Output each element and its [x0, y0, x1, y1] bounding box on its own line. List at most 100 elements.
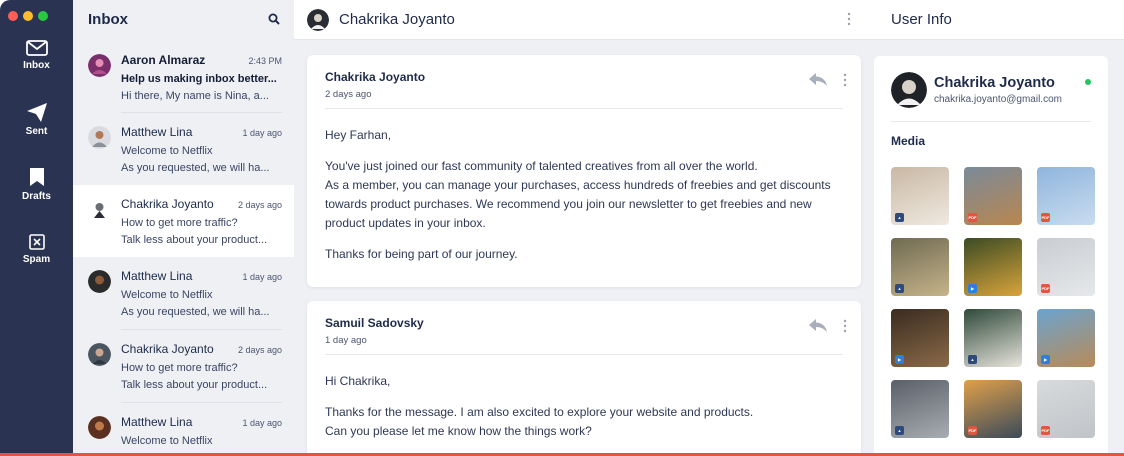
sender-name: Chakrika Joyanto [121, 197, 214, 211]
media-thumbnail[interactable]: PDF [1037, 238, 1095, 296]
mail-app: Inbox Sent Drafts Spam Inbox Aaron Almar… [0, 0, 1124, 456]
more-options-icon[interactable] [847, 12, 851, 26]
window-controls [8, 11, 48, 21]
user-info-panel: User Info Chakrika Joyanto chakrika.joya… [873, 0, 1124, 456]
message-time: 1 day ago [242, 272, 282, 282]
profile-card: Chakrika Joyanto chakrika.joyanto@gmail.… [874, 56, 1108, 456]
profile-name: Chakrika Joyanto [934, 75, 1055, 91]
email-body: Thanks for the message. I am also excite… [325, 403, 843, 441]
search-icon[interactable] [268, 13, 280, 25]
sender-name: Matthew Lina [121, 415, 193, 429]
spam-box-icon [28, 234, 45, 250]
avatar [88, 416, 111, 439]
email-closing: Thanks for being part of our journey. [325, 247, 518, 261]
media-grid: ▲ PDF PDF ▲ ▶ PDF ▶ ▲ ▶ ▲ PDF PDF [891, 167, 1097, 447]
media-thumbnail[interactable]: ▲ [891, 238, 949, 296]
minimize-window-button[interactable] [23, 11, 33, 21]
rail-item-label: Spam [22, 254, 51, 265]
message-subject: How to get more traffic? [121, 362, 238, 374]
media-thumbnail[interactable]: ▶ [891, 309, 949, 367]
message-list: Inbox Aaron Almaraz 2:43 PM Help us maki… [73, 0, 294, 456]
reply-icon[interactable] [809, 73, 827, 87]
image-icon: ▲ [895, 426, 904, 435]
email-sender: Chakrika Joyanto [325, 70, 426, 84]
rail-item-sent[interactable]: Sent [0, 103, 73, 137]
message-subject: Welcome to Netflix [121, 435, 213, 447]
zoom-window-button[interactable] [38, 11, 48, 21]
list-item[interactable]: Matthew Lina 1 day ago Welcome to Netfli… [73, 403, 294, 456]
avatar [88, 343, 111, 366]
message-time: 2 days ago [237, 200, 282, 210]
pdf-icon: PDF [1041, 284, 1050, 293]
paper-plane-icon [26, 103, 47, 122]
image-icon: ▲ [895, 213, 904, 222]
avatar [88, 54, 111, 77]
list-item[interactable]: Chakrika Joyanto 2 days ago How to get m… [73, 330, 294, 402]
reply-icon[interactable] [809, 319, 827, 333]
email-line: You've just joined our fast community of… [325, 159, 758, 173]
message-time: 1 day ago [242, 418, 282, 428]
list-item[interactable]: Chakrika Joyanto 2 days ago How to get m… [73, 185, 294, 257]
list-header: Inbox [73, 0, 294, 38]
message-time: 2:43 PM [248, 56, 282, 66]
list-item[interactable]: Aaron Almaraz 2:43 PM Help us making inb… [73, 41, 294, 113]
message-subject: Welcome to Netflix [121, 289, 213, 301]
email-greeting: Hi Chakrika, [325, 374, 391, 388]
avatar [88, 126, 111, 149]
pdf-icon: PDF [968, 213, 977, 222]
media-thumbnail[interactable]: ▶ [1037, 309, 1095, 367]
pdf-icon: PDF [1041, 213, 1050, 222]
sender-name: Aaron Almaraz [121, 53, 206, 67]
pdf-icon: PDF [1041, 426, 1050, 435]
rail-item-inbox[interactable]: Inbox [0, 40, 73, 71]
media-thumbnail[interactable]: ▲ [891, 380, 949, 438]
message-subject: Help us making inbox better... [121, 73, 277, 85]
email-line: towards product purchases. We recommend … [325, 197, 812, 211]
email-line: product updates in your inbox. [325, 216, 486, 230]
email-actions [809, 319, 847, 333]
email-time: 1 day ago [325, 335, 367, 346]
image-icon: ▲ [895, 284, 904, 293]
message-preview: Talk less about your product... [121, 234, 268, 246]
rail-item-label: Sent [25, 126, 48, 137]
divider [325, 354, 843, 355]
message-subject: How to get more traffic? [121, 217, 238, 229]
more-options-icon[interactable] [843, 319, 847, 333]
video-icon: ▶ [968, 284, 977, 293]
media-thumbnail[interactable]: PDF [1037, 380, 1095, 438]
media-thumbnail[interactable]: PDF [1037, 167, 1095, 225]
message-time: 1 day ago [242, 128, 282, 138]
sender-name: Matthew Lina [121, 125, 193, 139]
more-options-icon[interactable] [843, 73, 847, 87]
media-thumbnail[interactable]: PDF [964, 380, 1022, 438]
message-preview: Talk less about your product... [121, 379, 268, 391]
list-title: Inbox [88, 10, 128, 28]
profile-email: chakrika.joyanto@gmail.com [934, 94, 1062, 105]
rail-item-drafts[interactable]: Drafts [0, 167, 73, 202]
bookmark-icon [29, 168, 44, 186]
close-window-button[interactable] [8, 11, 18, 21]
sender-name: Chakrika Joyanto [121, 342, 214, 356]
list-item[interactable]: Matthew Lina 1 day ago Welcome to Netfli… [73, 113, 294, 185]
divider [325, 108, 843, 109]
online-status-dot [1085, 79, 1091, 85]
media-thumbnail[interactable]: ▲ [891, 167, 949, 225]
avatar [891, 72, 927, 108]
pdf-icon: PDF [968, 426, 977, 435]
rail-item-label: Inbox [23, 60, 50, 71]
message-preview: As you requested, we will ha... [121, 306, 270, 318]
media-thumbnail[interactable]: PDF [964, 167, 1022, 225]
video-icon: ▶ [895, 355, 904, 364]
divider [891, 121, 1091, 122]
rail-item-spam[interactable]: Spam [0, 234, 73, 265]
envelope-icon [25, 40, 48, 56]
email-card: Samuil Sadovsky 1 day ago Hi Chakrika, T… [307, 301, 861, 456]
list-item[interactable]: Matthew Lina 1 day ago Welcome to Netfli… [73, 257, 294, 329]
media-thumbnail[interactable]: ▶ [964, 238, 1022, 296]
email-greeting: Hey Farhan, [325, 128, 392, 142]
email-time: 2 days ago [325, 89, 372, 100]
email-line: As a member, you can manage your purchas… [325, 178, 831, 192]
avatar [88, 198, 111, 221]
image-icon: ▲ [968, 355, 977, 364]
media-thumbnail[interactable]: ▲ [964, 309, 1022, 367]
